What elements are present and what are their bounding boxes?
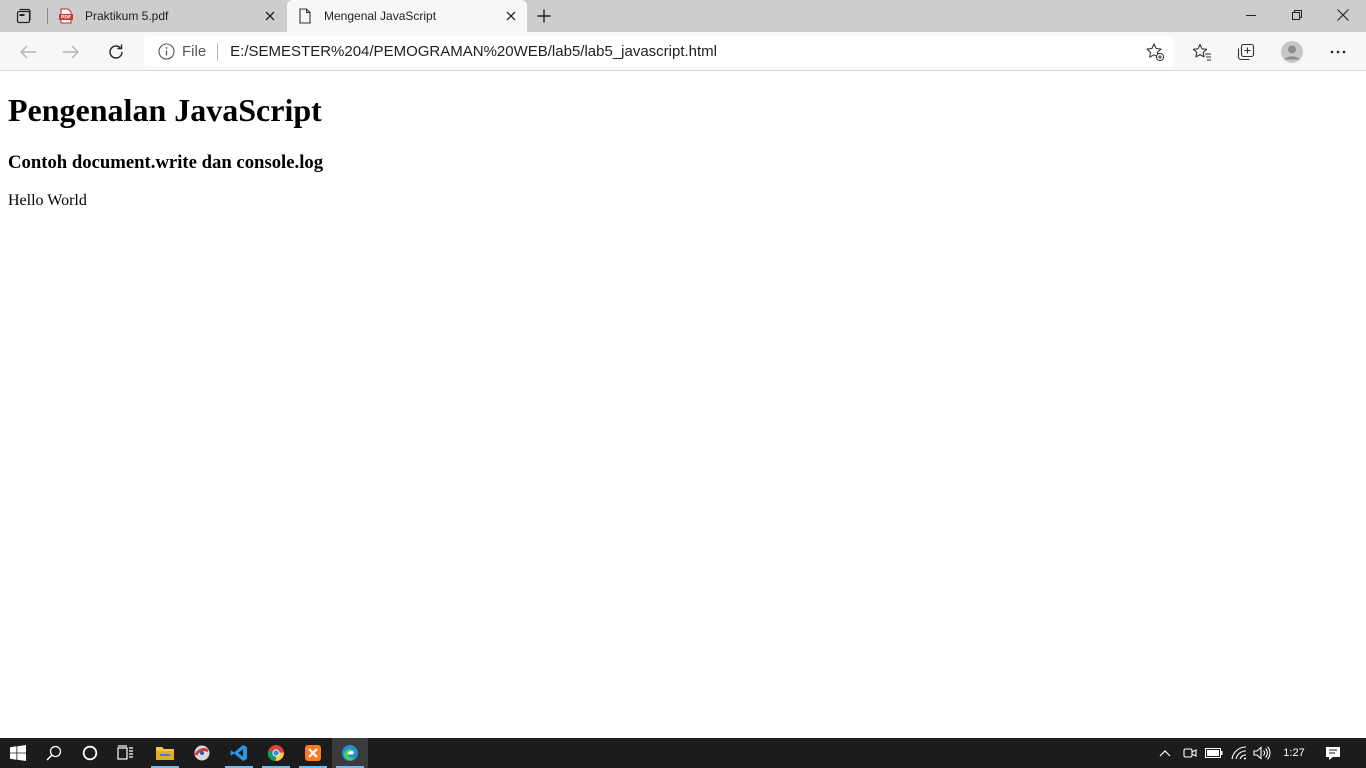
- windows-start-icon: [10, 745, 26, 761]
- tab-close-button[interactable]: [499, 4, 523, 28]
- favorites-button[interactable]: [1186, 36, 1218, 68]
- vscode-button[interactable]: [221, 738, 257, 768]
- tab-mengenal-javascript[interactable]: Mengenal JavaScript: [287, 0, 527, 32]
- battery-button[interactable]: [1203, 738, 1225, 768]
- search-button[interactable]: [36, 738, 72, 768]
- add-favorite-button[interactable]: [1144, 41, 1166, 63]
- meet-now-button[interactable]: [1180, 738, 1200, 768]
- tab-praktikum-pdf[interactable]: PDF Praktikum 5.pdf: [48, 0, 286, 32]
- volume-icon: [1253, 746, 1271, 760]
- battery-icon: [1205, 748, 1223, 758]
- tab-strip: PDF Praktikum 5.pdf Mengenal JavaScript: [0, 0, 1366, 32]
- file-explorer-button[interactable]: [147, 738, 183, 768]
- task-view-button[interactable]: [108, 738, 144, 768]
- vscode-icon: [230, 745, 247, 761]
- refresh-button[interactable]: [100, 36, 132, 68]
- cortana-icon: [82, 745, 98, 761]
- edge-button[interactable]: [332, 738, 368, 768]
- page-subheading: Contoh document.write dan console.log: [8, 152, 324, 173]
- address-separator: [217, 42, 219, 61]
- file-explorer-icon: [156, 747, 174, 760]
- add-favorite-icon: [1146, 43, 1165, 62]
- chrome-icon: [267, 745, 284, 762]
- meet-now-icon: [1183, 748, 1197, 758]
- forward-icon: [63, 45, 79, 59]
- task-view-icon: [117, 745, 133, 760]
- close-icon: [506, 11, 516, 21]
- wifi-button[interactable]: [1228, 738, 1250, 768]
- tab-close-button[interactable]: [258, 4, 282, 28]
- window-close-button[interactable]: [1320, 0, 1366, 30]
- svg-text:PDF: PDF: [61, 15, 71, 21]
- address-bar[interactable]: File E:/SEMESTER%204/PEMOGRAMAN%20WEB/la…: [144, 36, 1174, 67]
- collections-button[interactable]: [1230, 36, 1262, 68]
- tab-title: Mengenal JavaScript: [324, 9, 437, 23]
- page-icon: [297, 8, 313, 24]
- new-tab-button[interactable]: [531, 3, 557, 29]
- app-button[interactable]: [184, 738, 220, 768]
- back-icon: [20, 45, 36, 59]
- taskbar-clock[interactable]: 1:27: [1276, 738, 1312, 768]
- collections-icon: [1237, 43, 1255, 61]
- close-icon: [1337, 9, 1349, 21]
- show-hidden-icons-icon: [1159, 750, 1171, 757]
- minimize-button[interactable]: [1228, 0, 1274, 30]
- more-icon: [1330, 50, 1346, 54]
- notifications-button[interactable]: [1320, 738, 1346, 768]
- profile-button[interactable]: [1276, 36, 1308, 68]
- xampp-button[interactable]: [295, 738, 331, 768]
- output-text: Hello World: [8, 192, 87, 209]
- browser-toolbar: File E:/SEMESTER%204/PEMOGRAMAN%20WEB/la…: [0, 32, 1366, 71]
- info-icon[interactable]: [157, 43, 175, 61]
- url-text[interactable]: E:/SEMESTER%204/PEMOGRAMAN%20WEB/lab5/la…: [230, 43, 717, 60]
- wifi-icon: [1231, 746, 1247, 760]
- cortana-button[interactable]: [72, 738, 108, 768]
- forward-button[interactable]: [55, 36, 87, 68]
- minimize-icon: [1246, 15, 1256, 16]
- app-icon: [194, 745, 210, 761]
- notifications-icon: [1326, 746, 1340, 760]
- back-button[interactable]: [12, 36, 44, 68]
- plus-icon: [537, 9, 551, 23]
- search-icon: [46, 745, 62, 761]
- restore-icon: [1292, 10, 1302, 20]
- more-options-button[interactable]: [1322, 36, 1354, 68]
- scheme-label: File: [182, 43, 207, 60]
- page-content: Pengenalan JavaScript Contoh document.wr…: [0, 71, 1366, 738]
- taskbar: 1:27: [0, 738, 1366, 768]
- start-button[interactable]: [0, 738, 36, 768]
- chrome-button[interactable]: [258, 738, 294, 768]
- tab-actions-icon: [16, 8, 31, 24]
- page-heading: Pengenalan JavaScript: [8, 92, 322, 128]
- pdf-icon: PDF: [58, 8, 74, 24]
- xampp-icon: [305, 745, 321, 761]
- show-hidden-icons-button[interactable]: [1154, 738, 1176, 768]
- volume-button[interactable]: [1251, 738, 1273, 768]
- profile-icon: [1281, 41, 1303, 63]
- tab-actions-button[interactable]: [8, 4, 40, 28]
- tab-title: Praktikum 5.pdf: [85, 9, 169, 23]
- refresh-icon: [109, 44, 123, 59]
- favorites-icon: [1192, 43, 1211, 61]
- restore-button[interactable]: [1274, 0, 1320, 30]
- edge-icon: [342, 745, 358, 761]
- close-icon: [265, 11, 275, 21]
